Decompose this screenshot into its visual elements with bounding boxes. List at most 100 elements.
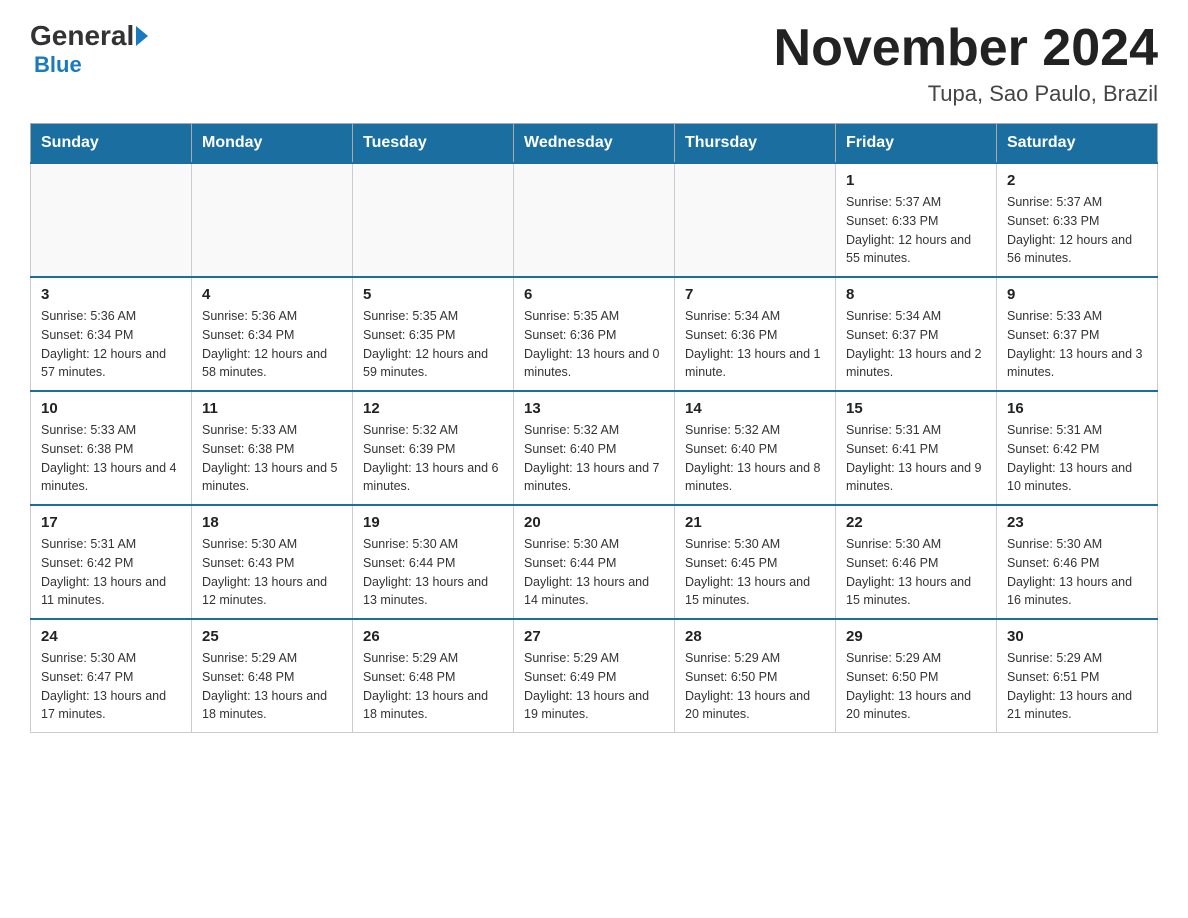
day-number: 10: [41, 400, 181, 417]
day-number: 2: [1007, 172, 1147, 189]
day-info: Sunrise: 5:32 AMSunset: 6:40 PMDaylight:…: [524, 421, 664, 496]
day-info: Sunrise: 5:33 AMSunset: 6:37 PMDaylight:…: [1007, 307, 1147, 382]
day-info: Sunrise: 5:30 AMSunset: 6:47 PMDaylight:…: [41, 649, 181, 724]
logo: General Blue: [30, 20, 150, 78]
day-info: Sunrise: 5:31 AMSunset: 6:42 PMDaylight:…: [1007, 421, 1147, 496]
calendar-day-cell: 30 Sunrise: 5:29 AMSunset: 6:51 PMDayligh…: [997, 619, 1158, 733]
calendar-day-cell: 25 Sunrise: 5:29 AMSunset: 6:48 PMDayligh…: [192, 619, 353, 733]
day-number: 1: [846, 172, 986, 189]
calendar-day-cell: 9 Sunrise: 5:33 AMSunset: 6:37 PMDaylight…: [997, 277, 1158, 391]
day-number: 6: [524, 286, 664, 303]
day-info: Sunrise: 5:37 AMSunset: 6:33 PMDaylight:…: [1007, 193, 1147, 268]
calendar-day-cell: 2 Sunrise: 5:37 AMSunset: 6:33 PMDaylight…: [997, 163, 1158, 277]
day-of-week-header: Monday: [192, 124, 353, 164]
month-title: November 2024: [774, 20, 1158, 77]
day-number: 27: [524, 628, 664, 645]
day-info: Sunrise: 5:29 AMSunset: 6:50 PMDaylight:…: [846, 649, 986, 724]
day-number: 9: [1007, 286, 1147, 303]
logo-text: General: [30, 20, 150, 52]
calendar-day-cell: 22Sunrise: 5:30 AMSunset: 6:46 PMDayligh…: [836, 505, 997, 619]
day-number: 13: [524, 400, 664, 417]
day-of-week-header: Friday: [836, 124, 997, 164]
calendar-header-row: SundayMondayTuesdayWednesdayThursdayFrid…: [31, 124, 1158, 164]
logo-triangle-icon: [136, 26, 148, 46]
day-info: Sunrise: 5:29 AMSunset: 6:48 PMDaylight:…: [202, 649, 342, 724]
calendar-day-cell: [31, 163, 192, 277]
calendar-week-row: 1 Sunrise: 5:37 AMSunset: 6:33 PMDaylight…: [31, 163, 1158, 277]
calendar-day-cell: 15 Sunrise: 5:31 AMSunset: 6:41 PMDayligh…: [836, 391, 997, 505]
day-number: 20: [524, 514, 664, 531]
calendar-day-cell: 16Sunrise: 5:31 AMSunset: 6:42 PMDayligh…: [997, 391, 1158, 505]
day-info: Sunrise: 5:29 AMSunset: 6:48 PMDaylight:…: [363, 649, 503, 724]
calendar-day-cell: 17 Sunrise: 5:31 AMSunset: 6:42 PMDayligh…: [31, 505, 192, 619]
day-info: Sunrise: 5:37 AMSunset: 6:33 PMDaylight:…: [846, 193, 986, 268]
day-info: Sunrise: 5:33 AMSunset: 6:38 PMDaylight:…: [202, 421, 342, 496]
day-info: Sunrise: 5:36 AMSunset: 6:34 PMDaylight:…: [202, 307, 342, 382]
calendar-week-row: 3 Sunrise: 5:36 AMSunset: 6:34 PMDaylight…: [31, 277, 1158, 391]
day-info: Sunrise: 5:35 AMSunset: 6:36 PMDaylight:…: [524, 307, 664, 382]
day-number: 23: [1007, 514, 1147, 531]
calendar-day-cell: 18Sunrise: 5:30 AMSunset: 6:43 PMDayligh…: [192, 505, 353, 619]
day-number: 25: [202, 628, 342, 645]
day-number: 7: [685, 286, 825, 303]
day-of-week-header: Thursday: [675, 124, 836, 164]
day-info: Sunrise: 5:35 AMSunset: 6:35 PMDaylight:…: [363, 307, 503, 382]
page-header: General Blue November 2024 Tupa, Sao Pau…: [30, 20, 1158, 107]
day-number: 30: [1007, 628, 1147, 645]
calendar-day-cell: 20 Sunrise: 5:30 AMSunset: 6:44 PMDayligh…: [514, 505, 675, 619]
day-of-week-header: Wednesday: [514, 124, 675, 164]
day-number: 8: [846, 286, 986, 303]
calendar-day-cell: 3 Sunrise: 5:36 AMSunset: 6:34 PMDaylight…: [31, 277, 192, 391]
calendar-day-cell: 6 Sunrise: 5:35 AMSunset: 6:36 PMDaylight…: [514, 277, 675, 391]
calendar-week-row: 17 Sunrise: 5:31 AMSunset: 6:42 PMDayligh…: [31, 505, 1158, 619]
calendar-week-row: 10 Sunrise: 5:33 AMSunset: 6:38 PMDayligh…: [31, 391, 1158, 505]
day-number: 29: [846, 628, 986, 645]
day-info: Sunrise: 5:29 AMSunset: 6:50 PMDaylight:…: [685, 649, 825, 724]
day-info: Sunrise: 5:31 AMSunset: 6:41 PMDaylight:…: [846, 421, 986, 496]
day-info: Sunrise: 5:32 AMSunset: 6:39 PMDaylight:…: [363, 421, 503, 496]
calendar-day-cell: [353, 163, 514, 277]
day-info: Sunrise: 5:30 AMSunset: 6:43 PMDaylight:…: [202, 535, 342, 610]
day-info: Sunrise: 5:30 AMSunset: 6:44 PMDaylight:…: [363, 535, 503, 610]
day-number: 12: [363, 400, 503, 417]
calendar-day-cell: 13 Sunrise: 5:32 AMSunset: 6:40 PMDayligh…: [514, 391, 675, 505]
day-info: Sunrise: 5:34 AMSunset: 6:36 PMDaylight:…: [685, 307, 825, 382]
day-number: 15: [846, 400, 986, 417]
calendar-week-row: 24 Sunrise: 5:30 AMSunset: 6:47 PMDayligh…: [31, 619, 1158, 733]
calendar-day-cell: 14 Sunrise: 5:32 AMSunset: 6:40 PMDayligh…: [675, 391, 836, 505]
day-number: 26: [363, 628, 503, 645]
day-info: Sunrise: 5:33 AMSunset: 6:38 PMDaylight:…: [41, 421, 181, 496]
day-number: 28: [685, 628, 825, 645]
day-info: Sunrise: 5:32 AMSunset: 6:40 PMDaylight:…: [685, 421, 825, 496]
location-title: Tupa, Sao Paulo, Brazil: [774, 81, 1158, 107]
day-info: Sunrise: 5:30 AMSunset: 6:44 PMDaylight:…: [524, 535, 664, 610]
day-info: Sunrise: 5:31 AMSunset: 6:42 PMDaylight:…: [41, 535, 181, 610]
day-number: 19: [363, 514, 503, 531]
title-area: November 2024 Tupa, Sao Paulo, Brazil: [774, 20, 1158, 107]
calendar-day-cell: 19 Sunrise: 5:30 AMSunset: 6:44 PMDayligh…: [353, 505, 514, 619]
day-number: 11: [202, 400, 342, 417]
day-info: Sunrise: 5:29 AMSunset: 6:51 PMDaylight:…: [1007, 649, 1147, 724]
logo-blue: Blue: [34, 52, 82, 78]
day-number: 24: [41, 628, 181, 645]
calendar-day-cell: [514, 163, 675, 277]
day-number: 21: [685, 514, 825, 531]
calendar-day-cell: 21Sunrise: 5:30 AMSunset: 6:45 PMDayligh…: [675, 505, 836, 619]
calendar-day-cell: 7 Sunrise: 5:34 AMSunset: 6:36 PMDaylight…: [675, 277, 836, 391]
day-of-week-header: Sunday: [31, 124, 192, 164]
day-info: Sunrise: 5:30 AMSunset: 6:46 PMDaylight:…: [846, 535, 986, 610]
day-number: 3: [41, 286, 181, 303]
calendar-day-cell: 10 Sunrise: 5:33 AMSunset: 6:38 PMDayligh…: [31, 391, 192, 505]
day-info: Sunrise: 5:34 AMSunset: 6:37 PMDaylight:…: [846, 307, 986, 382]
day-of-week-header: Tuesday: [353, 124, 514, 164]
day-info: Sunrise: 5:36 AMSunset: 6:34 PMDaylight:…: [41, 307, 181, 382]
calendar-day-cell: 23 Sunrise: 5:30 AMSunset: 6:46 PMDayligh…: [997, 505, 1158, 619]
day-number: 17: [41, 514, 181, 531]
day-info: Sunrise: 5:30 AMSunset: 6:46 PMDaylight:…: [1007, 535, 1147, 610]
day-number: 14: [685, 400, 825, 417]
calendar-day-cell: 5Sunrise: 5:35 AMSunset: 6:35 PMDaylight…: [353, 277, 514, 391]
calendar-day-cell: 24 Sunrise: 5:30 AMSunset: 6:47 PMDayligh…: [31, 619, 192, 733]
calendar-table: SundayMondayTuesdayWednesdayThursdayFrid…: [30, 123, 1158, 733]
calendar-day-cell: [675, 163, 836, 277]
calendar-day-cell: 27Sunrise: 5:29 AMSunset: 6:49 PMDayligh…: [514, 619, 675, 733]
